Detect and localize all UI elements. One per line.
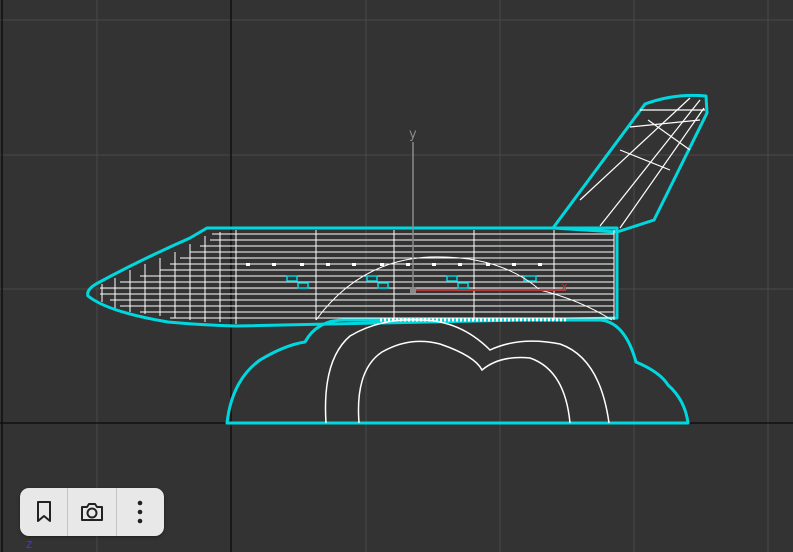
corner-axis-z-label: z: [26, 537, 33, 551]
gizmo-y-label: y: [409, 127, 417, 142]
bookmark-icon: [36, 501, 51, 522]
tail-wireframe: [579, 97, 705, 229]
more-options-button[interactable]: [115, 488, 164, 536]
viewport-toolbar: [20, 488, 164, 536]
more-vertical-icon: [138, 500, 143, 524]
gizmo-center[interactable]: [410, 287, 416, 293]
bookmark-button[interactable]: [20, 488, 67, 536]
gizmo-x-label: x: [561, 280, 568, 293]
screenshot-button[interactable]: [67, 488, 115, 536]
camera-icon: [80, 503, 103, 521]
cloud-wireframe: [324, 319, 610, 424]
shuttle-model[interactable]: [86, 93, 709, 425]
3d-viewport[interactable]: [0, 0, 793, 552]
